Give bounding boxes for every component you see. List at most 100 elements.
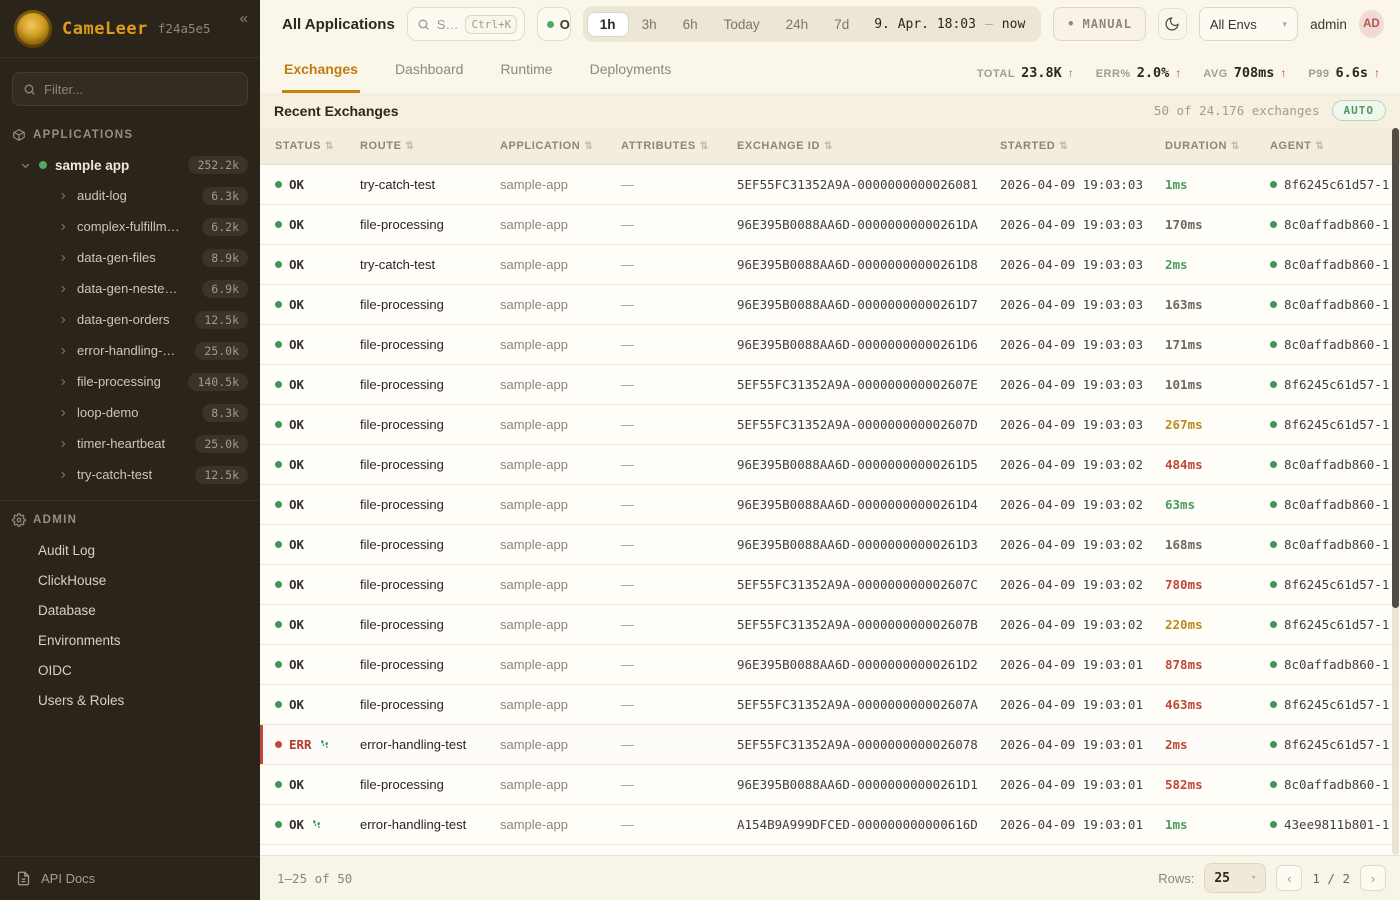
sidebar-filter[interactable] xyxy=(12,72,248,106)
status-dot xyxy=(275,221,282,228)
status-cell: OK xyxy=(275,337,360,352)
table-row[interactable]: OK file-processing sample-app — 96E395B0… xyxy=(260,325,1400,365)
column-header-agent[interactable]: AGENT ⇅ xyxy=(1270,140,1400,152)
application-cell: sample-app xyxy=(500,217,621,232)
avatar[interactable]: AD xyxy=(1359,10,1384,38)
status-dot xyxy=(275,701,282,708)
sort-icon: ⇅ xyxy=(1316,141,1325,152)
table-row[interactable]: OK file-processing sample-app — 96E395B0… xyxy=(260,205,1400,245)
table-row[interactable]: OK file-processing sample-app — 96E395B0… xyxy=(260,525,1400,565)
filter-input[interactable] xyxy=(44,82,237,97)
table-scrollbar[interactable] xyxy=(1392,128,1399,855)
status-dot xyxy=(275,781,282,788)
column-header-status[interactable]: STATUS ⇅ xyxy=(275,140,360,152)
tab-exchanges[interactable]: Exchanges xyxy=(282,61,360,93)
table-title: Recent Exchanges xyxy=(274,103,399,119)
agent-status-dot xyxy=(1270,461,1277,468)
table-row[interactable]: OK try-catch-test sample-app — 96E395B00… xyxy=(260,245,1400,285)
online-status-dot xyxy=(547,21,554,28)
table-row[interactable]: OK try-catch-test sample-app — 5EF55FC31… xyxy=(260,165,1400,205)
sidebar-item-sample-app[interactable]: sample app 252.2k xyxy=(0,150,260,180)
environments-select[interactable]: All Envs ▾ xyxy=(1199,7,1298,41)
table-row[interactable]: OK file-processing sample-app — 96E395B0… xyxy=(260,285,1400,325)
next-page-button[interactable]: › xyxy=(1360,865,1386,891)
auto-refresh-badge[interactable]: AUTO xyxy=(1332,100,1387,121)
sidebar-item-database[interactable]: Database xyxy=(0,595,260,625)
table-row[interactable]: OK file-processing sample-app — 5EF55FC3… xyxy=(260,685,1400,725)
manual-refresh-button[interactable]: • MANUAL xyxy=(1053,7,1146,41)
duration-cell: 63ms xyxy=(1165,497,1270,512)
tab-dashboard[interactable]: Dashboard xyxy=(393,61,466,93)
date-range-display[interactable]: 9. Apr. 18:03 — now xyxy=(862,17,1037,32)
stat: AVG 708ms ↑ xyxy=(1203,65,1286,81)
table-row[interactable]: OK file-processing sample-app — 5EF55FC3… xyxy=(260,565,1400,605)
sidebar-item-try-catch-test[interactable]: try-catch-test 12.5k xyxy=(0,459,260,490)
global-search-input[interactable]: S… Ctrl+K xyxy=(407,7,525,41)
api-docs-link[interactable]: API Docs xyxy=(0,856,260,900)
admin-section-label: ADMIN xyxy=(0,501,260,535)
sidebar-item-error-handling[interactable]: error-handling-… 25.0k xyxy=(0,335,260,366)
scrollbar-thumb[interactable] xyxy=(1392,128,1399,608)
agent-label: 8c0affadb860-1 xyxy=(1284,657,1389,672)
status-cell: ERR xyxy=(275,737,360,752)
sidebar-item-oidc[interactable]: OIDC xyxy=(0,655,260,685)
sidebar-item-timer-heartbeat[interactable]: timer-heartbeat 25.0k xyxy=(0,428,260,459)
table-row[interactable]: OK error-handling-test sample-app — A154… xyxy=(260,805,1400,845)
sidebar-item-data-gen-orders[interactable]: data-gen-orders 12.5k xyxy=(0,304,260,335)
time-range-6h[interactable]: 6h xyxy=(670,12,711,37)
sidebar-item-data-gen-neste[interactable]: data-gen-neste… 6.9k xyxy=(0,273,260,304)
connection-status-pill[interactable]: O xyxy=(537,7,571,41)
sidebar-item-environments[interactable]: Environments xyxy=(0,625,260,655)
table-row[interactable]: OK file-processing sample-app — 5EF55FC3… xyxy=(260,605,1400,645)
exchange-id-cell: 96E395B0088AA6D-00000000000261D5 xyxy=(737,457,1000,472)
status-dot xyxy=(275,541,282,548)
exchanges-table: STATUS ⇅ ROUTE ⇅ APPLICATION ⇅ ATTRIBUTE… xyxy=(260,128,1400,855)
sidebar-item-audit-log[interactable]: Audit Log xyxy=(0,535,260,565)
time-range-today[interactable]: Today xyxy=(711,12,773,37)
chevron-right-icon xyxy=(58,253,68,263)
rows-per-page-select[interactable]: 25 ▾ xyxy=(1204,863,1266,893)
column-header-duration[interactable]: DURATION ⇅ xyxy=(1165,140,1270,152)
stat-label: TOTAL xyxy=(977,68,1015,80)
dark-mode-toggle[interactable] xyxy=(1158,8,1187,40)
table-row[interactable]: ERR error-handling-test sample-app — 5EF… xyxy=(260,725,1400,765)
time-range-1h[interactable]: 1h xyxy=(587,12,629,37)
column-header-exchange-id[interactable]: EXCHANGE ID ⇅ xyxy=(737,140,1000,152)
agent-cell: 8f6245c61d57-1 xyxy=(1270,417,1400,432)
collapse-sidebar-icon[interactable]: « xyxy=(240,10,248,27)
status-label: OK xyxy=(289,617,304,632)
prev-page-button[interactable]: ‹ xyxy=(1276,865,1302,891)
tab-runtime[interactable]: Runtime xyxy=(498,61,554,93)
stat-label: ERR% xyxy=(1096,68,1131,80)
started-cell: 2026-04-09 19:03:02 xyxy=(1000,617,1165,632)
tab-deployments[interactable]: Deployments xyxy=(588,61,674,93)
table-row[interactable]: OK file-processing sample-app — 96E395B0… xyxy=(260,485,1400,525)
table-row[interactable]: OK file-processing sample-app — 5EF55FC3… xyxy=(260,405,1400,445)
table-row[interactable]: OK file-processing sample-app — 96E395B0… xyxy=(260,645,1400,685)
sidebar-item-clickhouse[interactable]: ClickHouse xyxy=(0,565,260,595)
agent-label: 8c0affadb860-1 xyxy=(1284,777,1389,792)
agent-label: 8c0affadb860-1 xyxy=(1284,257,1389,272)
sidebar-item-users-roles[interactable]: Users & Roles xyxy=(0,685,260,715)
table-row[interactable]: OK file-processing sample-app — 5EF55FC3… xyxy=(260,365,1400,405)
agent-status-dot xyxy=(1270,661,1277,668)
sidebar-item-data-gen-files[interactable]: data-gen-files 8.9k xyxy=(0,242,260,273)
time-range-24h[interactable]: 24h xyxy=(773,12,822,37)
sidebar-item-file-processing[interactable]: file-processing 140.5k xyxy=(0,366,260,397)
table-row[interactable]: OK file-processing sample-app — 96E395B0… xyxy=(260,765,1400,805)
column-header-attributes[interactable]: ATTRIBUTES ⇅ xyxy=(621,140,737,152)
agent-status-dot xyxy=(1270,741,1277,748)
exchange-id-cell: 96E395B0088AA6D-00000000000261D6 xyxy=(737,337,1000,352)
column-header-started[interactable]: STARTED ⇅ xyxy=(1000,140,1165,152)
sidebar-item-audit-log[interactable]: audit-log 6.3k xyxy=(0,180,260,211)
table-row[interactable]: OK file-processing sample-app — 96E395B0… xyxy=(260,445,1400,485)
sidebar-item-complex-fulfillm[interactable]: complex-fulfillm… 6.2k xyxy=(0,211,260,242)
stat-value: 2.0% xyxy=(1137,65,1170,81)
attributes-cell: — xyxy=(621,457,737,472)
sidebar-item-loop-demo[interactable]: loop-demo 8.3k xyxy=(0,397,260,428)
time-range-7d[interactable]: 7d xyxy=(821,12,862,37)
status-dot xyxy=(275,581,282,588)
time-range-3h[interactable]: 3h xyxy=(629,12,670,37)
column-header-route[interactable]: ROUTE ⇅ xyxy=(360,140,500,152)
column-header-application[interactable]: APPLICATION ⇅ xyxy=(500,140,621,152)
